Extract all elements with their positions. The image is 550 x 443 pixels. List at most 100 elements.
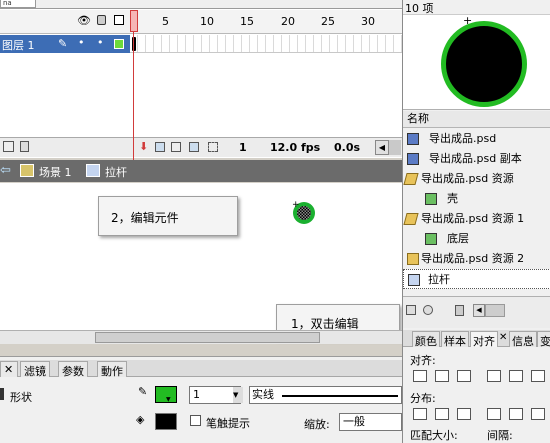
frame-number: 25 — [321, 15, 335, 28]
frame-number: 10 — [200, 15, 214, 28]
tab-parameters[interactable]: 参数 — [58, 361, 88, 378]
eye-icon[interactable]: 👁 — [77, 14, 91, 27]
properties-tabs: ✕ 滤镜 参数 動作 — [0, 360, 402, 378]
library-panel: 10 项 + 名称 导出成品.psd 导出成品.psd 副本 导出成品.psd … — [402, 0, 550, 443]
scene-label[interactable]: 场景 1 — [39, 164, 72, 180]
preview-circle — [441, 21, 527, 107]
library-item[interactable]: 导出成品.psd 资源 1 — [403, 209, 550, 229]
close-icon[interactable]: ✕ — [499, 332, 507, 343]
layer-row[interactable]: 图层 1 ✎ • • — [0, 35, 130, 53]
frames-area[interactable] — [130, 35, 402, 53]
stroke-hint-checkbox[interactable] — [190, 415, 201, 426]
symbol-label[interactable]: 拉杆 — [105, 164, 127, 180]
align-h-center-icon[interactable] — [435, 370, 449, 382]
library-item[interactable]: 壳 — [403, 189, 550, 209]
tab-actions[interactable]: 動作 — [97, 361, 127, 378]
movieclip-icon — [408, 274, 420, 286]
document-tab-bar: na — [0, 0, 402, 9]
onion-skin-icon[interactable] — [155, 142, 165, 152]
back-arrow-icon[interactable]: ⇦ — [0, 163, 11, 178]
distribute-right-icon[interactable] — [531, 408, 545, 420]
library-item[interactable]: 导出成品.psd 资源 2 — [403, 249, 550, 269]
movieclip-icon — [86, 164, 100, 177]
library-item[interactable]: 导出成品.psd — [403, 129, 550, 149]
document-tab[interactable]: na — [0, 0, 36, 8]
stroke-style-value: 实线 — [252, 388, 274, 401]
align-left-icon[interactable] — [413, 370, 427, 382]
distribute-top-icon[interactable] — [413, 408, 427, 420]
scroll-left-button[interactable]: ◀ — [473, 304, 485, 317]
bitmap-icon — [407, 153, 419, 165]
onion-markers-icon[interactable] — [208, 142, 218, 152]
library-item[interactable]: 导出成品.psd 副本 — [403, 149, 550, 169]
onion-outline-icon[interactable] — [171, 142, 181, 152]
library-item-selected[interactable]: 拉杆 — [403, 269, 550, 289]
scale-select[interactable]: 一般 — [339, 413, 402, 431]
frame-number: 5 — [162, 15, 169, 28]
stroke-style-select[interactable]: 实线 — [249, 386, 402, 404]
library-item[interactable]: 底层 — [403, 229, 550, 249]
tab-filters[interactable]: 滤镜 — [20, 361, 50, 378]
playhead[interactable] — [130, 10, 138, 32]
distribute-bottom-icon[interactable] — [457, 408, 471, 420]
chevron-down-icon: ▼ — [166, 396, 171, 403]
timeline-scrollbar[interactable] — [389, 140, 401, 155]
timeline-status-bar: ⬇ 1 12.0 fps 0.0s ◀ — [0, 137, 402, 157]
fill-color-swatch[interactable] — [155, 413, 177, 430]
scroll-thumb[interactable] — [95, 332, 320, 343]
image-icon — [425, 193, 437, 205]
match-size-label: 匹配大小: — [410, 429, 458, 442]
library-toolbar: ◀ — [403, 296, 550, 328]
new-symbol-icon[interactable] — [406, 305, 416, 315]
callout-edit-symbol: 2，编辑元件 — [98, 196, 238, 236]
library-item-label: 导出成品.psd 副本 — [429, 152, 522, 165]
align-right-icon[interactable] — [457, 370, 471, 382]
playhead-line — [133, 10, 134, 160]
library-item[interactable]: 导出成品.psd 资源 — [403, 169, 550, 189]
tab-close[interactable]: ✕ — [0, 361, 18, 377]
outline-icon[interactable] — [114, 15, 124, 25]
shape-type-icon — [0, 388, 4, 400]
tab-color[interactable]: 颜色 — [412, 331, 440, 348]
panel-tabs: 颜色 样本 对齐 ✕ 信息 变 — [403, 330, 550, 348]
align-panel: 对齐: 分布: 匹配大小: 间隔: — [403, 348, 550, 443]
tab-align[interactable]: 对齐 — [470, 331, 498, 348]
lock-dot[interactable]: • — [97, 36, 104, 49]
stroke-preview-line — [282, 395, 398, 397]
tab-info[interactable]: 信息 — [509, 331, 537, 348]
outline-color-swatch[interactable] — [114, 39, 124, 49]
align-label: 对齐: — [410, 354, 436, 367]
align-bottom-icon[interactable] — [531, 370, 545, 382]
distribute-v-center-icon[interactable] — [435, 408, 449, 420]
frame-number: 20 — [281, 15, 295, 28]
distribute-h-center-icon[interactable] — [509, 408, 523, 420]
align-v-center-icon[interactable] — [509, 370, 523, 382]
visibility-dot[interactable]: • — [78, 36, 85, 49]
tab-transform[interactable]: 变 — [537, 331, 550, 348]
frame-number: 15 — [240, 15, 254, 28]
frame-number: 30 — [361, 15, 375, 28]
library-scroll-thumb[interactable] — [485, 304, 505, 317]
library-item-label: 壳 — [447, 192, 458, 205]
layer-name: 图层 1 — [2, 39, 35, 52]
spacing-label: 间隔: — [487, 429, 513, 442]
center-frame-icon[interactable]: ⬇ — [139, 140, 148, 153]
delete-layer-icon[interactable] — [20, 141, 29, 152]
stage-scrollbar[interactable] — [0, 330, 402, 344]
tab-swatches[interactable]: 样本 — [441, 331, 469, 348]
lock-icon[interactable] — [97, 15, 106, 25]
chevron-down-icon[interactable]: ▼ — [233, 387, 243, 403]
delete-icon[interactable] — [455, 305, 464, 316]
library-item-label: 导出成品.psd 资源 1 — [421, 212, 525, 225]
new-layer-icon[interactable] — [3, 141, 14, 152]
library-column-header[interactable]: 名称 — [403, 111, 550, 128]
align-top-icon[interactable] — [487, 370, 501, 382]
callout-text: 2，编辑元件 — [111, 211, 179, 225]
current-frame: 1 — [239, 141, 247, 154]
distribute-left-icon[interactable] — [487, 408, 501, 420]
scroll-left-button[interactable]: ◀ — [375, 140, 389, 155]
edit-multiple-frames-icon[interactable] — [189, 142, 199, 152]
properties-icon[interactable] — [423, 305, 433, 315]
scale-label: 缩放: — [304, 418, 330, 431]
pencil-icon: ✎ — [58, 37, 68, 50]
